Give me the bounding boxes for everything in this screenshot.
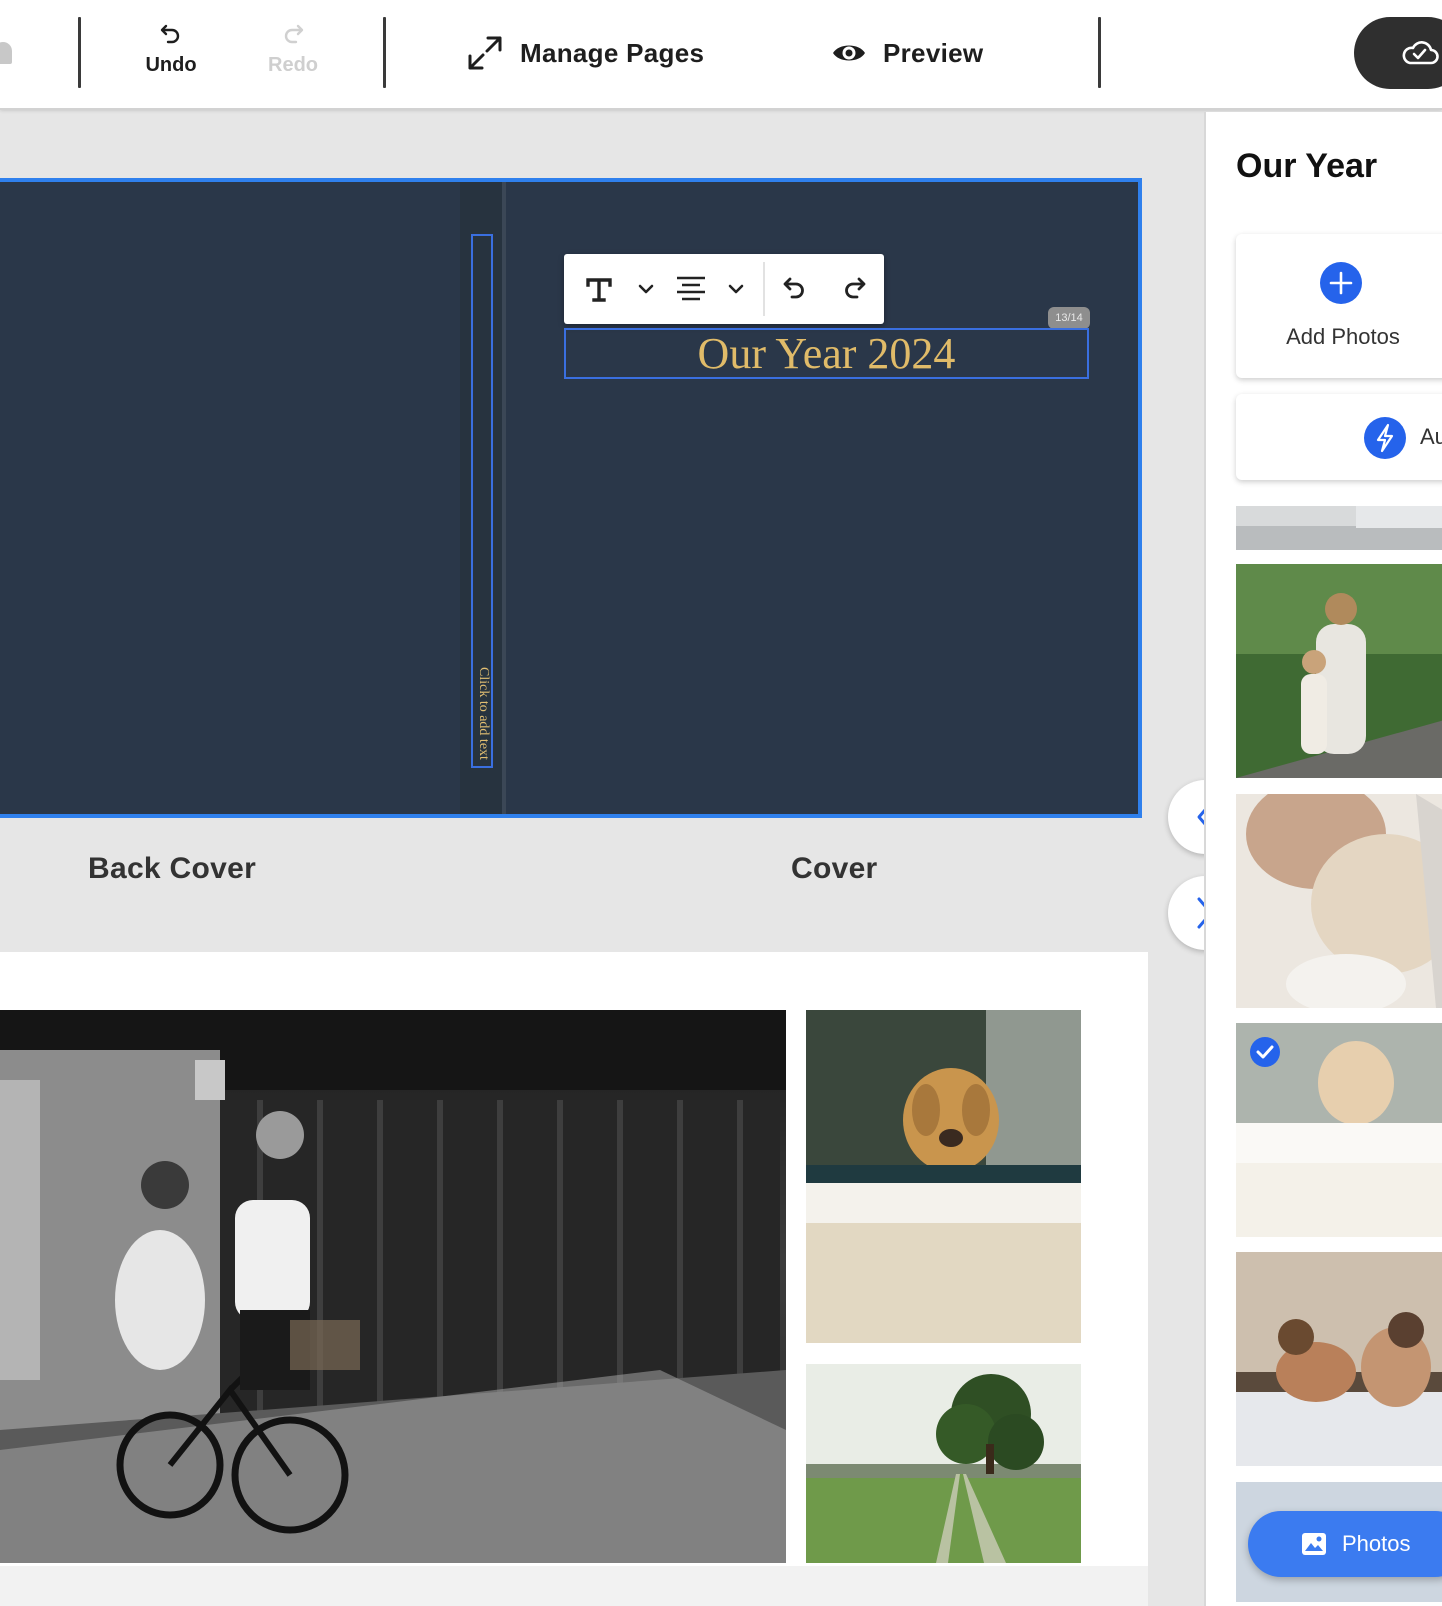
- toolbar-divider: [383, 17, 386, 88]
- plus-icon: [1320, 262, 1362, 304]
- manage-pages-button[interactable]: Manage Pages: [466, 30, 704, 76]
- text-redo-button[interactable]: [824, 254, 884, 324]
- chevron-down-icon: [639, 284, 654, 294]
- back-cover-label: Back Cover: [88, 852, 257, 885]
- cover-spread[interactable]: Click to add text 13/14 Our Year 2024: [0, 178, 1142, 818]
- thumbnail-image: [1236, 506, 1442, 550]
- thumbnail-image: [1236, 794, 1442, 1008]
- add-photos-button[interactable]: Add Photos: [1236, 234, 1442, 378]
- next-spread[interactable]: [0, 952, 1148, 1606]
- autofill-label: Au: [1420, 424, 1442, 449]
- photo-thumbnail[interactable]: [1236, 794, 1442, 1008]
- text-undo-button[interactable]: [765, 254, 825, 324]
- photo-thumbnail[interactable]: [1236, 1252, 1442, 1466]
- page-bottom-strip: [0, 1566, 1148, 1606]
- photo-dog-window-image: [806, 1010, 1081, 1343]
- photo-thumbnail[interactable]: [1236, 564, 1442, 778]
- redo-icon: [284, 24, 304, 44]
- preview-label: Preview: [883, 37, 984, 68]
- text-style-dropdown[interactable]: [634, 254, 660, 324]
- photo-tree-field[interactable]: [806, 1364, 1081, 1563]
- align-button[interactable]: [659, 254, 723, 324]
- cover-title-text[interactable]: Our Year 2024: [698, 328, 956, 379]
- thumbnail-image: [1236, 1252, 1442, 1466]
- thumbnail-image: [1236, 564, 1442, 778]
- text-style-icon: [586, 278, 612, 302]
- align-center-icon: [677, 276, 706, 301]
- photo-tree-field-image: [806, 1364, 1081, 1563]
- photos-button-label: Photos: [1342, 1531, 1411, 1556]
- align-dropdown[interactable]: [723, 254, 749, 324]
- top-toolbar: Undo Redo Manage Pages Preview: [0, 0, 1442, 110]
- text-format-toolbar: [564, 254, 884, 324]
- fold-line: [502, 182, 506, 814]
- toolbar-divider: [78, 17, 81, 88]
- spine-text-box[interactable]: Click to add text: [471, 234, 493, 768]
- undo-icon: [783, 277, 804, 299]
- photo-dog-window[interactable]: [806, 1010, 1081, 1343]
- cloud-save-icon: [1402, 41, 1439, 65]
- undo-icon: [160, 24, 180, 44]
- cover-label: Cover: [791, 852, 878, 885]
- lightning-icon: [1364, 417, 1406, 459]
- photos-panel: Our Year Add Photos Au: [1204, 112, 1442, 1606]
- photo-couple-bicycle[interactable]: [0, 1010, 786, 1563]
- chevron-down-icon: [728, 284, 744, 294]
- redo-icon: [845, 277, 866, 299]
- cover-title-box[interactable]: Our Year 2024: [564, 328, 1089, 379]
- autofill-button[interactable]: Au: [1236, 394, 1442, 480]
- character-count-badge: 13/14: [1048, 307, 1090, 329]
- photos-button[interactable]: Photos: [1248, 1511, 1442, 1577]
- expand-icon: [468, 36, 502, 70]
- add-photos-label: Add Photos: [1286, 324, 1400, 349]
- manage-pages-label: Manage Pages: [520, 37, 705, 68]
- bell-icon[interactable]: [0, 42, 12, 64]
- eye-icon: [833, 45, 865, 61]
- text-style-button[interactable]: [564, 254, 634, 324]
- photo-thumbnail-selected[interactable]: [1236, 1023, 1442, 1237]
- redo-button[interactable]: Redo: [248, 22, 338, 88]
- redo-label: Redo: [268, 54, 318, 76]
- check-icon: [1250, 1037, 1280, 1067]
- toolbar-divider: [1098, 17, 1101, 88]
- spine-placeholder: Click to add text: [476, 667, 491, 760]
- photo-couple-bicycle-image: [0, 1010, 786, 1563]
- undo-button[interactable]: Undo: [126, 22, 216, 88]
- save-button[interactable]: [1354, 17, 1442, 89]
- photo-thumbnail[interactable]: [1236, 506, 1442, 550]
- undo-label: Undo: [145, 54, 197, 76]
- image-icon: [1302, 1533, 1326, 1555]
- preview-button[interactable]: Preview: [831, 30, 983, 76]
- panel-title: Our Year: [1236, 147, 1378, 185]
